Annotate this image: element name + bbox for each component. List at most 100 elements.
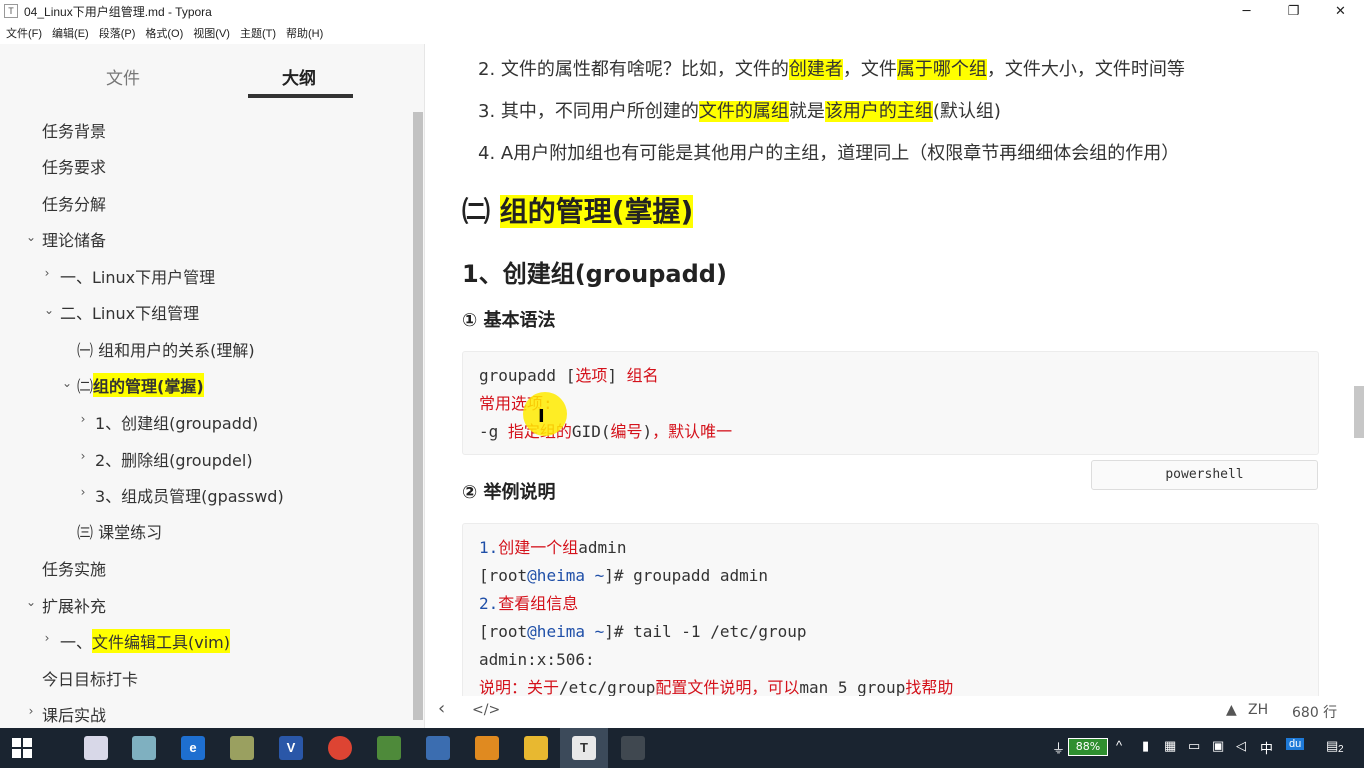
outline-item-gpasswd[interactable]: 3、组成员管理(gpasswd) bbox=[95, 480, 284, 510]
power-plug-icon[interactable]: ⏚ bbox=[1052, 738, 1065, 757]
menu-help[interactable]: 帮助(H) bbox=[286, 25, 323, 41]
notepad-plus-icon[interactable] bbox=[377, 736, 401, 760]
outline-item-practice[interactable]: ㈢ 课堂练习 bbox=[77, 516, 162, 546]
minimize-button[interactable]: ─ bbox=[1223, 0, 1270, 22]
code-token: /etc/group bbox=[559, 678, 656, 697]
outline-item-theory[interactable]: 理论储备 bbox=[42, 224, 106, 254]
outline-item-groupadd[interactable]: 1、创建组(groupadd) bbox=[95, 407, 258, 437]
toggle-sidebar-icon[interactable]: ‹ bbox=[438, 698, 445, 719]
tools-icon[interactable] bbox=[230, 736, 254, 760]
text-cursor-icon: I bbox=[538, 406, 545, 427]
virtualbox-icon[interactable] bbox=[475, 736, 499, 760]
code-token: @heima ~ bbox=[527, 566, 605, 585]
tray-app-icon[interactable]: ▮ bbox=[1142, 738, 1149, 754]
tray-app-icon[interactable]: ▦ bbox=[1164, 738, 1176, 754]
windows-start-icon[interactable] bbox=[12, 738, 32, 758]
menu-theme[interactable]: 主题(T) bbox=[240, 25, 276, 41]
edge-browser-icon[interactable]: e bbox=[181, 736, 205, 760]
menu-view[interactable]: 视图(V) bbox=[193, 25, 230, 41]
paragraph-3: 3. 其中，不同用户所创建的文件的属组就是该用户的主组(默认组) bbox=[478, 97, 1001, 123]
outline-item-group-user-relation[interactable]: ㈠ 组和用户的关系(理解) bbox=[77, 334, 255, 364]
sidebar-scrollbar[interactable] bbox=[413, 112, 423, 720]
screen-capture-icon[interactable] bbox=[621, 736, 645, 760]
outline-item-extensions[interactable]: 扩展补充 bbox=[42, 590, 106, 620]
editor[interactable]: 2. 文件的属性都有啥呢？比如，文件的创建者，文件属于哪个组，文件大小，文件时间… bbox=[426, 44, 1364, 728]
outline-item-label: 课后实战 bbox=[42, 706, 107, 725]
vm-icon[interactable]: V bbox=[279, 736, 303, 760]
battery-indicator[interactable]: 88% bbox=[1068, 738, 1108, 756]
heading-basic-syntax: ① 基本语法 bbox=[462, 310, 556, 331]
volume-icon[interactable]: ◁ bbox=[1236, 738, 1246, 754]
outline-item-task-background[interactable]: 任务背景 bbox=[42, 115, 106, 145]
highlight: 属于哪个组 bbox=[896, 59, 987, 80]
outline-item-task-requirements[interactable]: 任务要求 bbox=[42, 151, 106, 181]
menu-edit[interactable]: 编辑(E) bbox=[52, 25, 89, 41]
chevron-right-icon[interactable]: › bbox=[40, 266, 54, 280]
chevron-down-icon[interactable]: ⌄ bbox=[60, 376, 74, 390]
outline-item-groupdel[interactable]: 2、删除组(groupdel) bbox=[95, 444, 253, 474]
tab-outline[interactable]: 大纲 bbox=[282, 64, 316, 89]
outline-item-group-admin-active[interactable]: ㈡ 组的管理(掌握) bbox=[77, 370, 204, 400]
tray-app-icon[interactable]: ▭ bbox=[1188, 738, 1200, 754]
highlight: 创建者 bbox=[788, 59, 843, 80]
menu-format[interactable]: 格式(O) bbox=[145, 25, 183, 41]
network-icon[interactable]: ▣ bbox=[1212, 738, 1224, 754]
line-count: 680 行 bbox=[1292, 705, 1338, 721]
chevron-right-icon[interactable]: › bbox=[76, 412, 90, 426]
code-token: 找帮助 bbox=[905, 678, 954, 697]
outline-item-group-management[interactable]: 二、Linux下组管理 bbox=[60, 297, 199, 327]
code-line: -g 指定组的GID(编号)，默认唯一 bbox=[479, 421, 732, 443]
text: 3. 其中，不同用户所创建的 bbox=[478, 101, 699, 122]
editor-scrollbar[interactable] bbox=[1354, 386, 1364, 438]
warning-icon[interactable]: ▲ bbox=[1226, 702, 1237, 718]
chevron-right-icon[interactable]: › bbox=[76, 485, 90, 499]
outline-item-label: 1、创建组(groupadd) bbox=[95, 414, 259, 433]
chevron-right-icon[interactable]: › bbox=[76, 449, 90, 463]
code-token: 选项 bbox=[575, 366, 608, 385]
title-bar: T 04_Linux下用户组管理.md - Typora ─ ❐ ✕ bbox=[0, 0, 1364, 22]
outline-item-user-management[interactable]: 一、Linux下用户管理 bbox=[60, 261, 215, 291]
text: ，文件大小，文件时间等 bbox=[986, 59, 1185, 80]
heading-prefix: ㈡ bbox=[462, 195, 500, 228]
chevron-up-icon[interactable]: ^ bbox=[1116, 738, 1122, 753]
chevron-down-icon[interactable]: ⌄ bbox=[24, 595, 38, 609]
tab-files[interactable]: 文件 bbox=[106, 64, 140, 89]
chevron-right-icon[interactable]: › bbox=[40, 631, 54, 645]
chrome-icon[interactable] bbox=[328, 736, 352, 760]
restore-button[interactable]: ❐ bbox=[1270, 0, 1317, 22]
outline-item-daily-goal[interactable]: 今日目标打卡 bbox=[42, 663, 138, 693]
code-block-syntax[interactable]: groupadd [选项] 组名 常用选项: -g 指定组的GID(编号)，默认… bbox=[462, 351, 1319, 455]
outline-item-implementation[interactable]: 任务实施 bbox=[42, 553, 106, 583]
typora-icon[interactable]: T bbox=[572, 736, 596, 760]
menu-file[interactable]: 文件(F) bbox=[6, 25, 42, 41]
chevron-down-icon[interactable]: ⌄ bbox=[24, 230, 38, 244]
chevron-down-icon[interactable]: ⌄ bbox=[42, 303, 56, 317]
paint-icon[interactable] bbox=[84, 736, 108, 760]
outline-item-label: 扩展补充 bbox=[42, 597, 107, 616]
outline-item-vim[interactable]: 一、 文件编辑工具(vim) bbox=[60, 626, 231, 656]
code-token: ]# tail -1 /etc/group bbox=[604, 622, 807, 641]
notification-center-icon[interactable]: ▤ bbox=[1326, 738, 1338, 754]
code-token: ) bbox=[642, 422, 653, 441]
text: 2. 文件的属性都有啥呢？比如，文件的 bbox=[478, 59, 789, 80]
baidu-input-icon[interactable]: du bbox=[1286, 738, 1305, 750]
outline-item-homework[interactable]: 课后实战 bbox=[42, 699, 106, 728]
remote-desktop-icon[interactable] bbox=[426, 736, 450, 760]
paragraph-2: 2. 文件的属性都有啥呢？比如，文件的创建者，文件属于哪个组，文件大小，文件时间… bbox=[478, 55, 1185, 81]
outline-item-task-breakdown[interactable]: 任务分解 bbox=[42, 188, 106, 218]
source-mode-icon[interactable]: </> bbox=[472, 702, 500, 718]
code-token: 2. bbox=[479, 594, 499, 613]
ime-indicator[interactable]: 中 bbox=[1260, 738, 1273, 757]
menu-paragraph[interactable]: 段落(P) bbox=[99, 25, 136, 41]
chevron-right-icon[interactable]: › bbox=[24, 704, 38, 718]
language-indicator[interactable]: ZH bbox=[1248, 702, 1268, 718]
close-button[interactable]: ✕ bbox=[1317, 0, 1364, 22]
taskbar: e V T ⏚ 88% ^ ▮ ▦ ▭ ▣ ◁ 中 du ▤ 2 bbox=[0, 728, 1364, 768]
code-token: ]# groupadd admin bbox=[604, 566, 768, 585]
folder-icon[interactable] bbox=[524, 736, 548, 760]
code-language-input[interactable]: powershell bbox=[1091, 460, 1318, 490]
window-controls: ─ ❐ ✕ bbox=[1223, 0, 1364, 22]
window-title: 04_Linux下用户组管理.md - Typora bbox=[24, 4, 212, 19]
notebook-icon[interactable] bbox=[132, 736, 156, 760]
code-token: 查看组信息 bbox=[498, 594, 579, 613]
